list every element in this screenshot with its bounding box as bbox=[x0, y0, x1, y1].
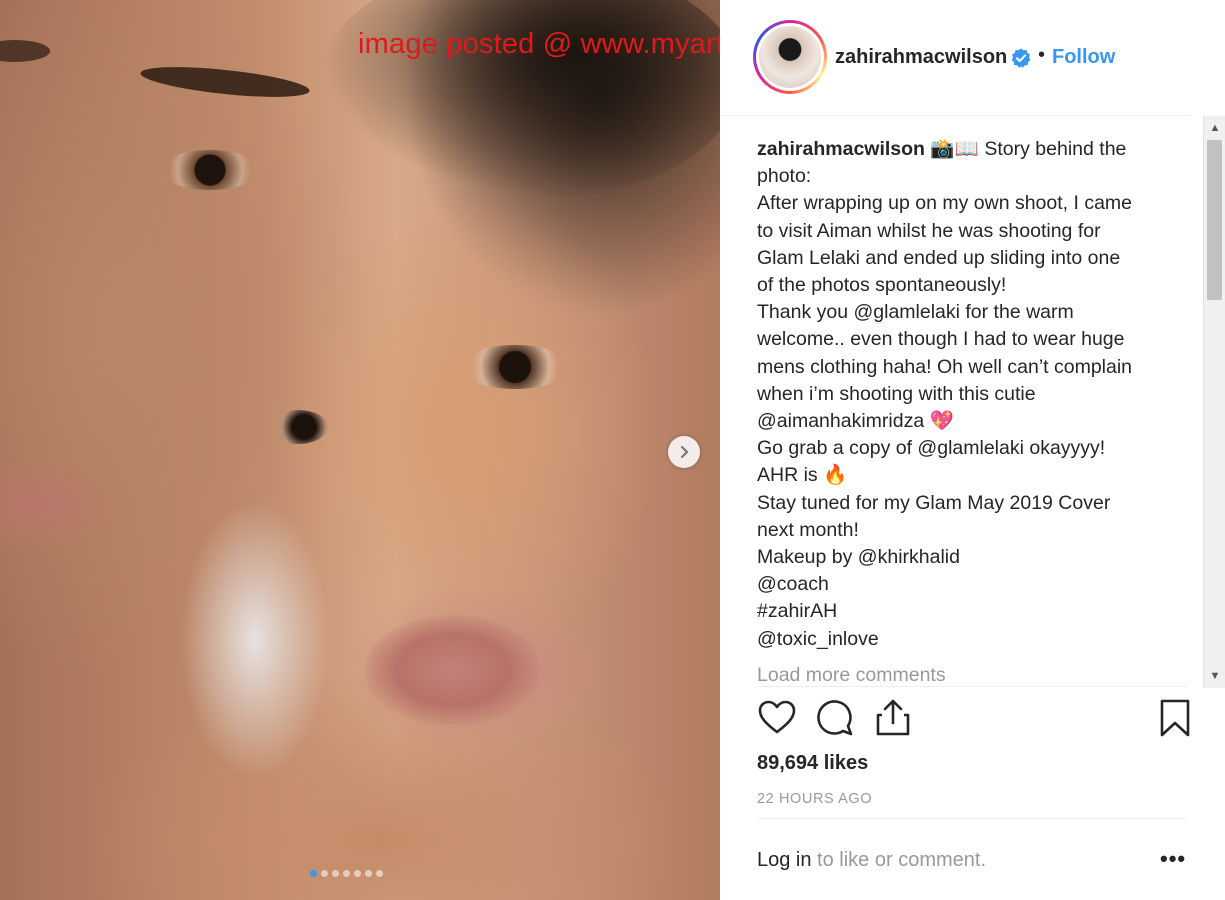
caption-line: @coach bbox=[757, 573, 829, 596]
divider bbox=[757, 686, 1187, 687]
caption-line: @aimanhakimridza 💖 bbox=[757, 410, 954, 433]
photo-detail bbox=[160, 150, 260, 190]
carousel-dot[interactable] bbox=[332, 870, 339, 877]
caption-line: of the photos spontaneously! bbox=[757, 274, 1007, 297]
carousel-dot[interactable] bbox=[321, 870, 328, 877]
header-username[interactable]: zahirahmacwilson bbox=[835, 46, 1007, 69]
header-separator: • bbox=[1038, 44, 1046, 66]
share-icon[interactable] bbox=[873, 698, 913, 738]
photo-detail bbox=[139, 61, 311, 103]
carousel-dot[interactable] bbox=[310, 870, 317, 877]
caption-line: Glam Lelaki and ended up sliding into on… bbox=[757, 246, 1121, 269]
caption-line: to visit Aiman whilst he was shooting fo… bbox=[757, 219, 1101, 242]
photo-detail bbox=[0, 40, 50, 62]
photo-detail bbox=[0, 460, 110, 550]
comments-scrollbar[interactable]: ▲ ▼ bbox=[1203, 116, 1225, 688]
chevron-right-icon bbox=[680, 445, 689, 459]
caption-line: mens clothing haha! Oh well can’t compla… bbox=[757, 355, 1133, 378]
likes-count[interactable]: 89,694 likes bbox=[757, 752, 868, 775]
avatar[interactable] bbox=[753, 20, 827, 94]
caption-line: Makeup by @khirkhalid bbox=[757, 546, 960, 569]
carousel-next-button[interactable] bbox=[668, 436, 700, 468]
caption-line: Stay tuned for my Glam May 2019 Cover bbox=[757, 491, 1111, 514]
photo-detail bbox=[460, 345, 570, 389]
caption-line: welcome.. even though I had to wear huge bbox=[757, 328, 1125, 351]
login-link[interactable]: Log in bbox=[757, 849, 812, 871]
caption-line: After wrapping up on my own shoot, I cam… bbox=[757, 192, 1133, 215]
carousel-dots bbox=[310, 870, 383, 877]
caption-line: #zahirAH bbox=[757, 600, 838, 623]
bookmark-icon[interactable] bbox=[1155, 698, 1195, 738]
carousel-dot[interactable] bbox=[376, 870, 383, 877]
caption-first-line: zahirahmacwilson 📸📖 Story behind the bbox=[757, 136, 1187, 163]
caption-line: next month! bbox=[757, 518, 859, 541]
photo-detail bbox=[180, 500, 330, 780]
caption-line: Thank you @glamlelaki for the warm bbox=[757, 301, 1074, 324]
verified-icon bbox=[1011, 48, 1031, 68]
follow-button[interactable]: Follow bbox=[1052, 46, 1115, 69]
caption-line: when i’m shooting with this cutie bbox=[757, 382, 1036, 405]
scroll-up-arrow-icon[interactable]: ▲ bbox=[1204, 118, 1225, 138]
carousel-dot[interactable] bbox=[343, 870, 350, 877]
post-timestamp: 22 HOURS AGO bbox=[757, 791, 873, 807]
caption-line: Go grab a copy of @glamlelaki okayyyy! bbox=[757, 437, 1106, 460]
login-prompt: Log in to like or comment. bbox=[757, 849, 986, 872]
scroll-thumb[interactable] bbox=[1207, 140, 1222, 300]
action-bar bbox=[757, 698, 1190, 742]
carousel-dot[interactable] bbox=[354, 870, 361, 877]
photo-detail bbox=[268, 410, 328, 444]
post-panel: zahirahmacwilson • Follow zahirahmacwils… bbox=[720, 0, 1225, 900]
carousel-dot[interactable] bbox=[365, 870, 372, 877]
caption-line: @toxic_inlove bbox=[757, 627, 879, 650]
caption-line: photo: bbox=[757, 165, 812, 188]
caption-line: AHR is 🔥 bbox=[757, 464, 848, 487]
caption-line: Story behind the bbox=[984, 138, 1127, 160]
comment-icon[interactable] bbox=[815, 698, 855, 738]
divider bbox=[757, 818, 1187, 819]
post-header: zahirahmacwilson • Follow bbox=[720, 0, 1190, 116]
scroll-down-arrow-icon[interactable]: ▼ bbox=[1204, 666, 1225, 686]
heart-icon[interactable] bbox=[757, 698, 797, 738]
caption-username[interactable]: zahirahmacwilson bbox=[757, 138, 925, 160]
load-more-comments-button[interactable]: Load more comments bbox=[757, 664, 946, 687]
caption-area: zahirahmacwilson 📸📖 Story behind the pho… bbox=[757, 136, 1187, 691]
photo-detail bbox=[365, 615, 540, 725]
caption-emoji: 📸📖 bbox=[930, 138, 979, 160]
post-photo[interactable] bbox=[0, 0, 720, 900]
more-options-button[interactable]: ••• bbox=[1160, 846, 1186, 872]
login-prompt-text: to like or comment. bbox=[811, 849, 987, 871]
